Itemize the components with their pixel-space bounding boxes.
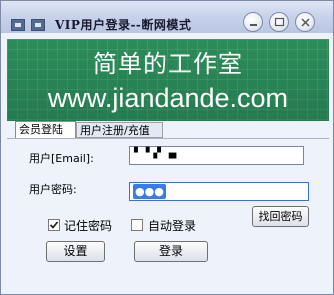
system-menu-icon[interactable] <box>11 19 25 31</box>
password-label: 用户密码: <box>29 183 77 196</box>
username-field[interactable]: ▘▝▗▘▗▖ <box>129 146 304 165</box>
minimize-button[interactable] <box>243 12 263 32</box>
window-icon[interactable] <box>31 19 45 31</box>
tab-register-recharge[interactable]: 用户注册/充值 <box>76 122 163 138</box>
settings-button[interactable]: 设置 <box>46 241 105 262</box>
minimize-icon <box>250 24 257 26</box>
banner-url: www.jiandande.com <box>47 83 289 113</box>
checkmark-icon <box>49 221 59 229</box>
recover-password-button[interactable]: 找回密码 <box>252 206 309 227</box>
maximize-button[interactable] <box>269 12 289 32</box>
username-label: 用户[Email]: <box>29 152 94 165</box>
remember-password-label[interactable]: 记住密码 <box>64 217 112 234</box>
remember-password-checkbox[interactable] <box>48 219 60 231</box>
password-field[interactable]: ●●● <box>129 182 309 201</box>
password-mask: ●●● <box>133 184 166 199</box>
tab-member-login[interactable]: 会员登陆 <box>15 121 76 138</box>
username-value: ▘▝▗▘▗▖ <box>134 148 181 159</box>
login-window: VIP用户登录--断网模式 简单的工作室 www.jiandande.com 会… <box>0 0 334 295</box>
maximize-icon <box>274 17 285 27</box>
auto-login-label[interactable]: 自动登录 <box>148 217 196 234</box>
close-button[interactable] <box>295 12 315 32</box>
brand-banner: 简单的工作室 www.jiandande.com <box>7 39 329 121</box>
banner-title: 简单的工作室 <box>93 50 243 78</box>
login-button[interactable]: 登录 <box>134 241 208 262</box>
window-title: VIP用户登录--断网模式 <box>55 18 192 32</box>
title-bar[interactable]: VIP用户登录--断网模式 <box>1 1 333 33</box>
auto-login-checkbox[interactable] <box>131 219 143 231</box>
close-icon <box>301 18 310 27</box>
